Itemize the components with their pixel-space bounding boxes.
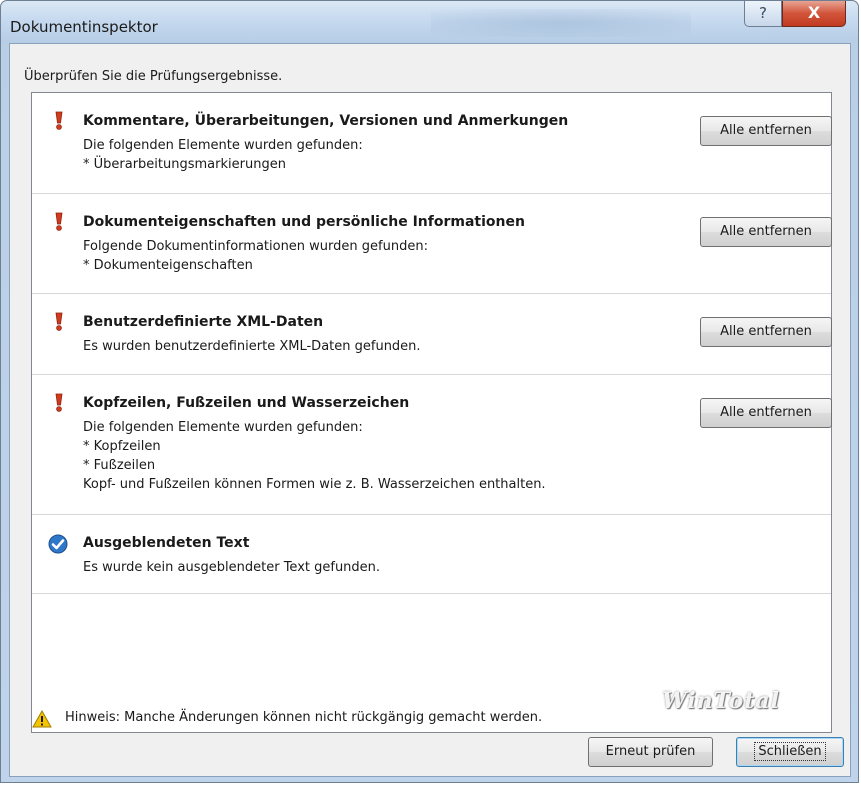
result-custom-xml: Benutzerdefinierte XML-Daten Es wurden b… — [32, 294, 832, 375]
intro-text: Überprüfen Sie die Prüfungsergebnisse. — [24, 69, 283, 84]
recheck-button[interactable]: Erneut prüfen — [588, 737, 713, 767]
result-detail: * Kopfzeilen — [83, 439, 161, 454]
result-title: Ausgeblendeten Text — [83, 535, 250, 551]
exclamation-warning-icon — [55, 312, 63, 331]
result-detail: Es wurde kein ausgeblendeter Text gefund… — [83, 560, 381, 575]
result-detail: Die folgenden Elemente wurden gefunden: — [83, 420, 363, 435]
close-label: Schließen — [754, 742, 826, 761]
dialog-body: Überprüfen Sie die Prüfungsergebnisse. K… — [9, 43, 851, 777]
window-close-button[interactable]: X — [782, 1, 846, 27]
exclamation-warning-icon — [55, 111, 63, 130]
result-detail: Folgende Dokumentinformationen wurden ge… — [83, 239, 428, 254]
result-detail: * Fußzeilen — [83, 458, 156, 473]
remove-all-button[interactable]: Alle entfernen — [700, 217, 832, 247]
results-list: Kommentare, Überarbeitungen, Versionen u… — [31, 92, 832, 733]
exclamation-warning-icon — [55, 212, 63, 231]
remove-all-button[interactable]: Alle entfernen — [700, 398, 832, 428]
result-detail: Es wurden benutzerdefinierte XML-Daten g… — [83, 339, 421, 354]
result-title: Dokumenteigenschaften und persönliche In… — [83, 214, 525, 230]
result-detail: * Überarbeitungsmarkierungen — [83, 157, 286, 172]
result-detail: * Dokumenteigenschaften — [83, 258, 253, 273]
checkmark-ok-icon — [48, 534, 68, 554]
remove-all-button[interactable]: Alle entfernen — [700, 116, 832, 146]
result-title: Benutzerdefinierte XML-Daten — [83, 314, 324, 330]
result-hidden-text: Ausgeblendeten Text Es wurde kein ausgeb… — [32, 515, 831, 594]
window-title: Dokumentinspektor — [10, 18, 158, 36]
result-title: Kommentare, Überarbeitungen, Versionen u… — [83, 113, 569, 129]
exclamation-warning-icon — [55, 393, 63, 412]
help-button[interactable]: ? — [744, 1, 782, 27]
result-detail: Kopf- und Fußzeilen können Formen wie z.… — [83, 477, 546, 492]
result-detail: Die folgenden Elemente wurden gefunden: — [83, 138, 363, 153]
title-bar[interactable]: Dokumentinspektor ? X — [1, 1, 858, 43]
wintotal-watermark: WinTotal — [662, 688, 780, 714]
result-document-properties: Dokumenteigenschaften und persönliche In… — [32, 194, 832, 294]
titlebar-glass — [431, 9, 691, 37]
warning-triangle-icon — [32, 710, 52, 728]
result-title: Kopfzeilen, Fußzeilen und Wasserzeichen — [83, 395, 410, 411]
dokumentinspektor-dialog: Dokumentinspektor ? X Überprüfen Sie die… — [0, 0, 859, 783]
footer-note: Hinweis: Manche Änderungen können nicht … — [65, 710, 543, 725]
result-comments-revisions: Kommentare, Überarbeitungen, Versionen u… — [32, 93, 832, 194]
result-headers-footers: Kopfzeilen, Fußzeilen und Wasserzeichen … — [32, 375, 832, 515]
remove-all-button[interactable]: Alle entfernen — [700, 317, 832, 347]
recheck-label: Erneut prüfen — [605, 744, 696, 759]
close-button[interactable]: Schließen — [736, 737, 844, 767]
